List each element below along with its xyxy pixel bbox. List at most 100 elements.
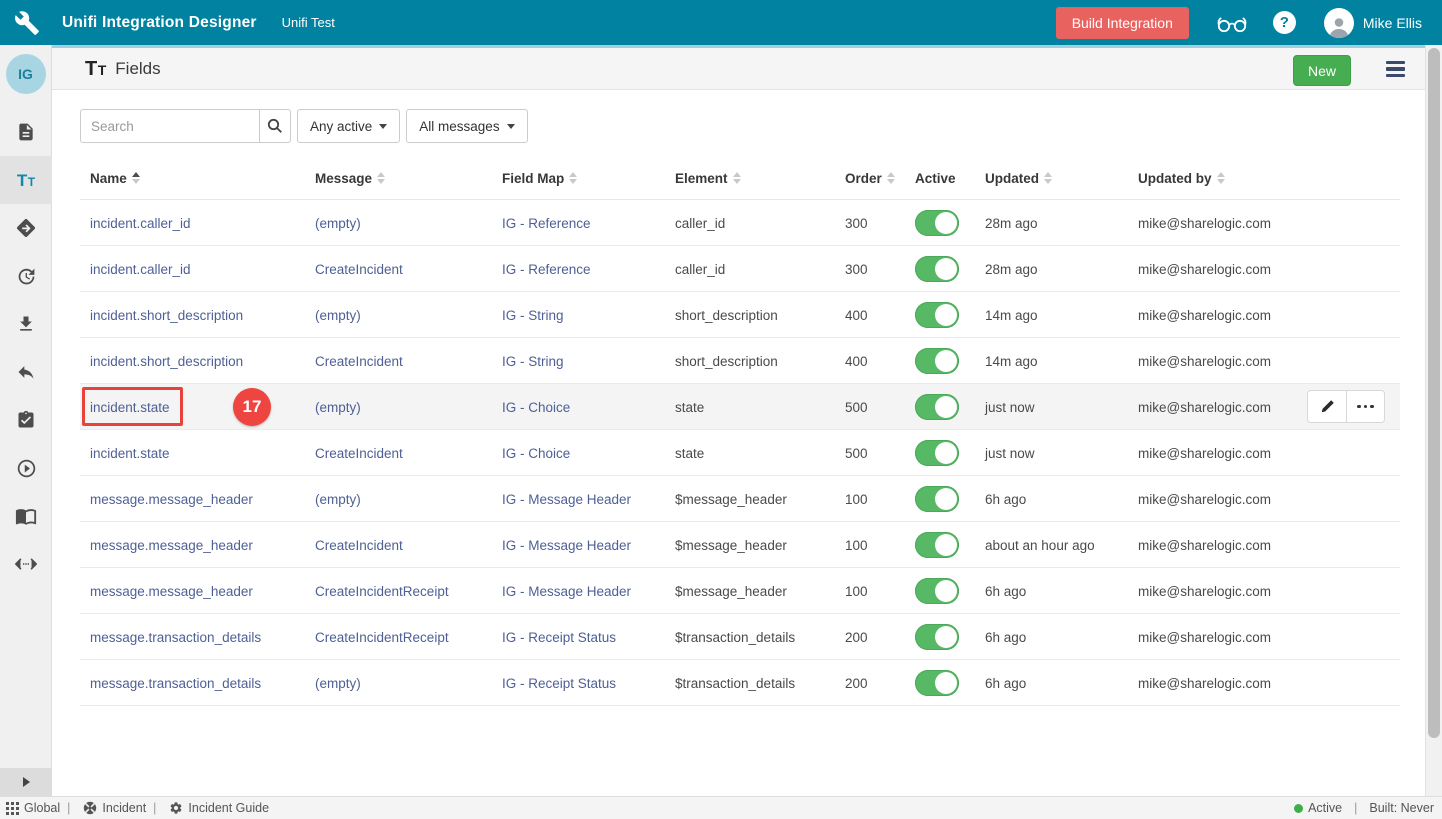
menu-icon[interactable] [1386,61,1405,77]
updated-cell: 28m ago [978,262,1131,277]
sidebar-item-revert[interactable] [0,348,52,396]
column-header-active[interactable]: Active [908,171,978,186]
vertical-scrollbar[interactable] [1425,45,1442,796]
field-map-link[interactable]: IG - String [502,354,564,369]
column-header-updated[interactable]: Updated [978,171,1131,186]
scope-label: Global [24,801,60,815]
updated-cell: about an hour ago [978,538,1131,553]
message-link[interactable]: CreateIncident [315,262,403,277]
field-map-link[interactable]: IG - Choice [502,446,570,461]
field-map-link[interactable]: IG - Message Header [502,538,631,553]
column-header-updated-by[interactable]: Updated by [1131,171,1320,186]
code-icon [14,555,38,573]
message-link[interactable]: CreateIncidentReceipt [315,630,449,645]
field-map-link[interactable]: IG - Message Header [502,584,631,599]
active-toggle[interactable] [915,578,959,604]
table-row: message.transaction_details (empty) IG - R… [80,660,1400,706]
sidebar-item-import[interactable] [0,300,52,348]
message-link[interactable]: CreateIncident [315,538,403,553]
active-toggle[interactable] [915,348,959,374]
build-integration-button[interactable]: Build Integration [1056,7,1189,39]
field-map-cell: IG - Message Header [502,584,675,599]
new-button[interactable]: New [1293,55,1351,86]
sidebar-item-history[interactable] [0,252,52,300]
message-link[interactable]: (empty) [315,216,361,231]
updated-by-cell: mike@sharelogic.com [1131,216,1320,231]
sidebar-item-messages[interactable] [0,108,52,156]
active-toggle[interactable] [915,302,959,328]
active-toggle[interactable] [915,486,959,512]
edit-button[interactable] [1308,391,1346,422]
integration-indicator[interactable]: Incident Guide [169,801,269,815]
column-header-element[interactable]: Element [675,171,838,186]
user-name[interactable]: Mike Ellis [1363,15,1422,31]
scrollbar-thumb[interactable] [1428,48,1440,738]
process-indicator[interactable]: Incident [83,801,146,815]
active-cell [908,302,978,328]
sort-icon [1217,172,1225,184]
status-bar: Global | Incident | Incident Guide Activ… [0,796,1442,819]
field-map-link[interactable]: IG - Reference [502,216,591,231]
active-toggle[interactable] [915,394,959,420]
fields-icon: TT [17,172,35,189]
active-filter-dropdown[interactable]: Any active [297,109,400,143]
message-link[interactable]: (empty) [315,492,361,507]
order-cell: 300 [838,216,908,231]
field-map-link[interactable]: IG - Receipt Status [502,630,616,645]
history-icon [16,266,37,287]
field-name-link[interactable]: incident.state [90,400,170,415]
preview-glasses-icon[interactable] [1215,12,1249,34]
field-map-link[interactable]: IG - Receipt Status [502,676,616,691]
active-cell [908,670,978,696]
field-name-link[interactable]: incident.state [90,446,170,461]
active-toggle[interactable] [915,440,959,466]
message-link[interactable]: (empty) [315,676,361,691]
field-name-link[interactable]: message.message_header [90,492,253,507]
sidebar-item-scripts[interactable] [0,540,52,588]
environment-name[interactable]: Unifi Test [282,15,335,30]
message-link[interactable]: CreateIncidentReceipt [315,584,449,599]
field-name-link[interactable]: message.message_header [90,538,253,553]
field-map-link[interactable]: IG - Message Header [502,492,631,507]
column-header-order[interactable]: Order [838,171,908,186]
field-name-link[interactable]: incident.caller_id [90,216,191,231]
sidebar-item-run[interactable] [0,444,52,492]
field-name-link[interactable]: incident.short_description [90,308,243,323]
integration-avatar[interactable]: IG [6,54,46,94]
message-cell: (empty) [315,400,502,415]
search-input[interactable] [80,109,259,143]
sidebar-item-fields[interactable]: TT [0,156,52,204]
field-name-link[interactable]: incident.caller_id [90,262,191,277]
search-button[interactable] [259,109,291,143]
sidebar-expand-button[interactable] [0,768,52,796]
active-toggle[interactable] [915,624,959,650]
field-name-link[interactable]: message.transaction_details [90,630,261,645]
sidebar-item-field-maps[interactable] [0,204,52,252]
active-toggle[interactable] [915,670,959,696]
field-map-link[interactable]: IG - Choice [502,400,570,415]
field-name-link[interactable]: incident.short_description [90,354,243,369]
message-link[interactable]: CreateIncident [315,354,403,369]
field-name-link[interactable]: message.transaction_details [90,676,261,691]
field-map-link[interactable]: IG - Reference [502,262,591,277]
sidebar-item-tasks[interactable] [0,396,52,444]
field-name-link[interactable]: message.message_header [90,584,253,599]
active-toggle[interactable] [915,532,959,558]
help-icon[interactable]: ? [1273,11,1296,34]
column-header-field-map[interactable]: Field Map [502,171,675,186]
active-toggle[interactable] [915,210,959,236]
scope-indicator[interactable]: Global [6,801,60,815]
sidebar-item-documentation[interactable] [0,492,52,540]
column-header-message[interactable]: Message [315,171,502,186]
message-link[interactable]: (empty) [315,308,361,323]
field-map-link[interactable]: IG - String [502,308,564,323]
user-avatar[interactable] [1324,8,1354,38]
field-map-cell: IG - String [502,308,675,323]
message-link[interactable]: CreateIncident [315,446,403,461]
message-filter-dropdown[interactable]: All messages [406,109,527,143]
active-toggle[interactable] [915,256,959,282]
more-actions-button[interactable] [1346,391,1384,422]
element-cell: state [675,446,838,461]
column-header-name[interactable]: Name [80,155,315,201]
message-link[interactable]: (empty) [315,400,361,415]
